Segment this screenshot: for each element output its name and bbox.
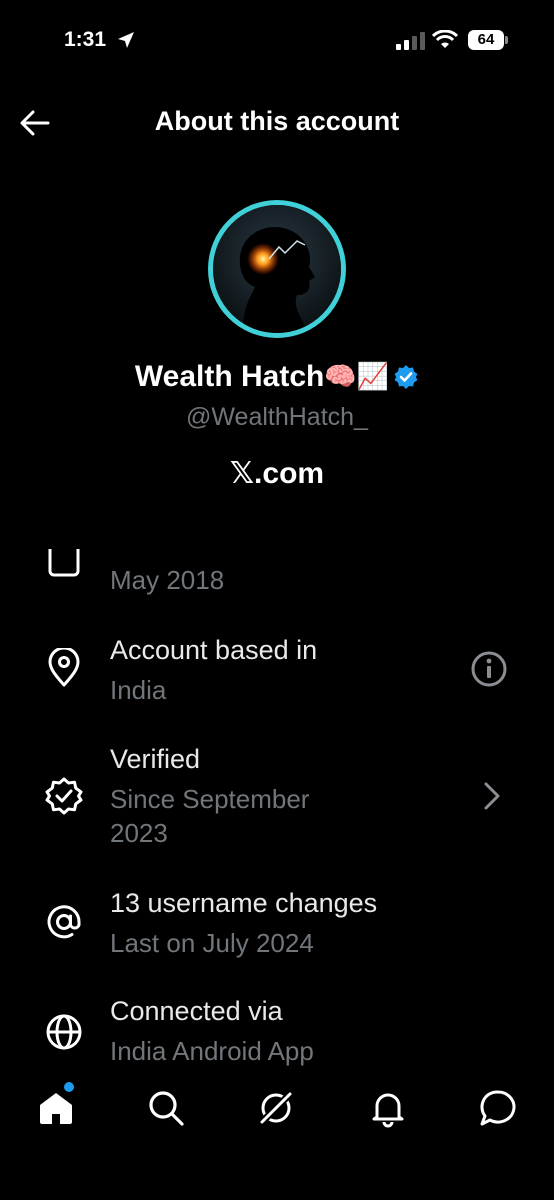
username-changes-last: Last on July 2024 bbox=[110, 928, 314, 958]
avatar[interactable] bbox=[208, 200, 346, 338]
home-icon[interactable] bbox=[36, 1088, 76, 1128]
at-sign-icon bbox=[47, 905, 81, 939]
joined-date: May 2018 bbox=[110, 565, 225, 595]
platform-label: 𝕏.com bbox=[229, 457, 325, 490]
signal-icon bbox=[396, 32, 425, 50]
display-name: Wealth Hatch🧠📈 bbox=[0, 360, 554, 394]
display-name-text: Wealth Hatch bbox=[134, 360, 325, 393]
connected-via-value: India Android App bbox=[110, 1036, 314, 1066]
chevron-right-icon[interactable] bbox=[478, 780, 506, 812]
messages-icon[interactable] bbox=[478, 1088, 518, 1128]
status-time: 1:31 bbox=[64, 28, 107, 51]
grok-icon[interactable] bbox=[256, 1088, 296, 1128]
verified-seal-icon bbox=[45, 777, 83, 815]
avatar-image bbox=[213, 205, 341, 333]
calendar-icon bbox=[48, 549, 80, 577]
info-icon[interactable] bbox=[470, 650, 508, 688]
verified-badge-icon bbox=[394, 365, 418, 389]
verified-since: Since September 2023 bbox=[110, 784, 310, 848]
bell-icon[interactable] bbox=[368, 1088, 408, 1128]
notification-dot bbox=[64, 1082, 74, 1092]
connected-via-title: Connected via bbox=[110, 996, 283, 1026]
globe-icon bbox=[46, 1014, 82, 1050]
location-arrow-icon bbox=[118, 32, 134, 48]
battery-level: 64 bbox=[468, 30, 504, 50]
handle: @WealthHatch_ bbox=[186, 403, 368, 431]
wifi-icon bbox=[432, 30, 458, 48]
name-emojis: 🧠📈 bbox=[324, 361, 390, 391]
account-based-title: Account based in bbox=[110, 635, 318, 665]
verified-title: Verified bbox=[110, 744, 201, 774]
battery-icon: 64 bbox=[468, 30, 510, 52]
search-icon[interactable] bbox=[146, 1088, 186, 1128]
account-based-value: India bbox=[110, 675, 167, 705]
location-pin-icon bbox=[48, 648, 80, 687]
username-changes-title: 13 username changes bbox=[110, 888, 378, 918]
page-title: About this account bbox=[154, 106, 400, 136]
